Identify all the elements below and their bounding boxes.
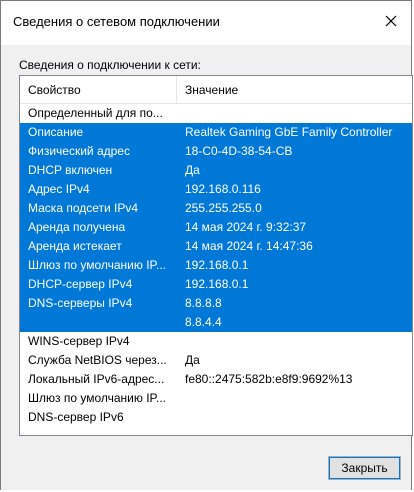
group-label: Сведения о подключении к сети: bbox=[19, 58, 201, 72]
property-cell: Маска подсети IPv4 bbox=[28, 201, 139, 215]
list-item[interactable]: Шлюз по умолчанию IP... bbox=[20, 389, 412, 408]
property-cell: Аренда получена bbox=[28, 220, 126, 234]
property-cell: Локальный IPv6-адрес... bbox=[28, 372, 165, 386]
value-cell: 192.168.0.116 bbox=[185, 182, 261, 196]
list-item[interactable]: Локальный IPv6-адрес... fe80::2475:582b:e… bbox=[20, 370, 412, 389]
list-rows: Определенный для по... Описание Realtek Ga… bbox=[20, 104, 412, 427]
list-item[interactable]: DNS-серверы IPv4 8.8.8.8 bbox=[20, 294, 412, 313]
value-cell: fe80::2475:582b:e8f9:9692%13 bbox=[185, 372, 353, 386]
list-item[interactable]: WINS-сервер IPv4 bbox=[20, 332, 412, 351]
property-cell: Служба NetBIOS через... bbox=[28, 353, 167, 367]
list-item[interactable]: 8.8.4.4 bbox=[20, 313, 412, 332]
property-cell: DNS-сервер IPv6 bbox=[28, 410, 124, 424]
list-item[interactable]: Определенный для по... bbox=[20, 104, 412, 123]
list-item[interactable]: DNS-сервер IPv6 bbox=[20, 408, 412, 427]
list-item[interactable]: Шлюз по умолчанию IP... 192.168.0.1 bbox=[20, 256, 412, 275]
property-cell: DHCP включен bbox=[28, 163, 113, 177]
value-cell: 8.8.4.4 bbox=[185, 315, 222, 329]
dialog-window: Сведения о сетевом подключении Сведения … bbox=[0, 0, 413, 490]
property-cell: Определенный для по... bbox=[28, 106, 163, 120]
value-cell: Да bbox=[185, 353, 200, 367]
property-cell: Физический адрес bbox=[28, 144, 130, 158]
property-cell: WINS-сервер IPv4 bbox=[28, 334, 130, 348]
value-cell: 255.255.255.0 bbox=[185, 201, 262, 215]
property-cell: DHCP-сервер IPv4 bbox=[28, 277, 133, 291]
value-cell: 14 мая 2024 г. 14:47:36 bbox=[185, 239, 313, 253]
property-cell: Описание bbox=[28, 125, 84, 139]
title-bar[interactable]: Сведения о сетевом подключении bbox=[1, 1, 411, 45]
value-cell: 192.168.0.1 bbox=[185, 258, 249, 272]
list-item[interactable]: Адрес IPv4 192.168.0.116 bbox=[20, 180, 412, 199]
list-item[interactable]: Описание Realtek Gaming GbE Family Contro… bbox=[20, 123, 412, 142]
property-cell: Шлюз по умолчанию IP... bbox=[28, 391, 166, 405]
property-cell: Шлюз по умолчанию IP... bbox=[28, 258, 166, 272]
value-cell: Realtek Gaming GbE Family Controller bbox=[185, 125, 393, 139]
value-cell: 18-C0-4D-38-54-CB bbox=[185, 144, 293, 158]
property-cell: DNS-серверы IPv4 bbox=[28, 296, 133, 310]
list-item[interactable]: Служба NetBIOS через... Да bbox=[20, 351, 412, 370]
property-cell: Аренда истекает bbox=[28, 239, 122, 253]
list-item[interactable]: Маска подсети IPv4 255.255.255.0 bbox=[20, 199, 412, 218]
window-title: Сведения о сетевом подключении bbox=[13, 14, 220, 29]
property-cell: Адрес IPv4 bbox=[28, 182, 90, 196]
close-button[interactable]: Закрыть bbox=[328, 456, 401, 480]
column-header-property[interactable]: Свойство bbox=[20, 76, 177, 103]
list-item[interactable]: DHCP включен Да bbox=[20, 161, 412, 180]
value-cell: 14 мая 2024 г. 9:32:37 bbox=[185, 220, 307, 234]
list-header: Свойство Значение bbox=[20, 76, 412, 104]
list-item[interactable]: Физический адрес 18-C0-4D-38-54-CB bbox=[20, 142, 412, 161]
list-item[interactable]: Аренда получена 14 мая 2024 г. 9:32:37 bbox=[20, 218, 412, 237]
close-window-button[interactable] bbox=[377, 7, 405, 35]
value-cell: Да bbox=[185, 163, 200, 177]
close-icon bbox=[385, 15, 397, 27]
value-cell: 192.168.0.1 bbox=[185, 277, 249, 291]
list-item[interactable]: Аренда истекает 14 мая 2024 г. 14:47:36 bbox=[20, 237, 412, 256]
value-cell: 8.8.8.8 bbox=[185, 296, 222, 310]
column-header-value[interactable]: Значение bbox=[177, 76, 412, 103]
details-list[interactable]: Свойство Значение Определенный для по...… bbox=[19, 75, 413, 436]
list-item[interactable]: DHCP-сервер IPv4 192.168.0.1 bbox=[20, 275, 412, 294]
